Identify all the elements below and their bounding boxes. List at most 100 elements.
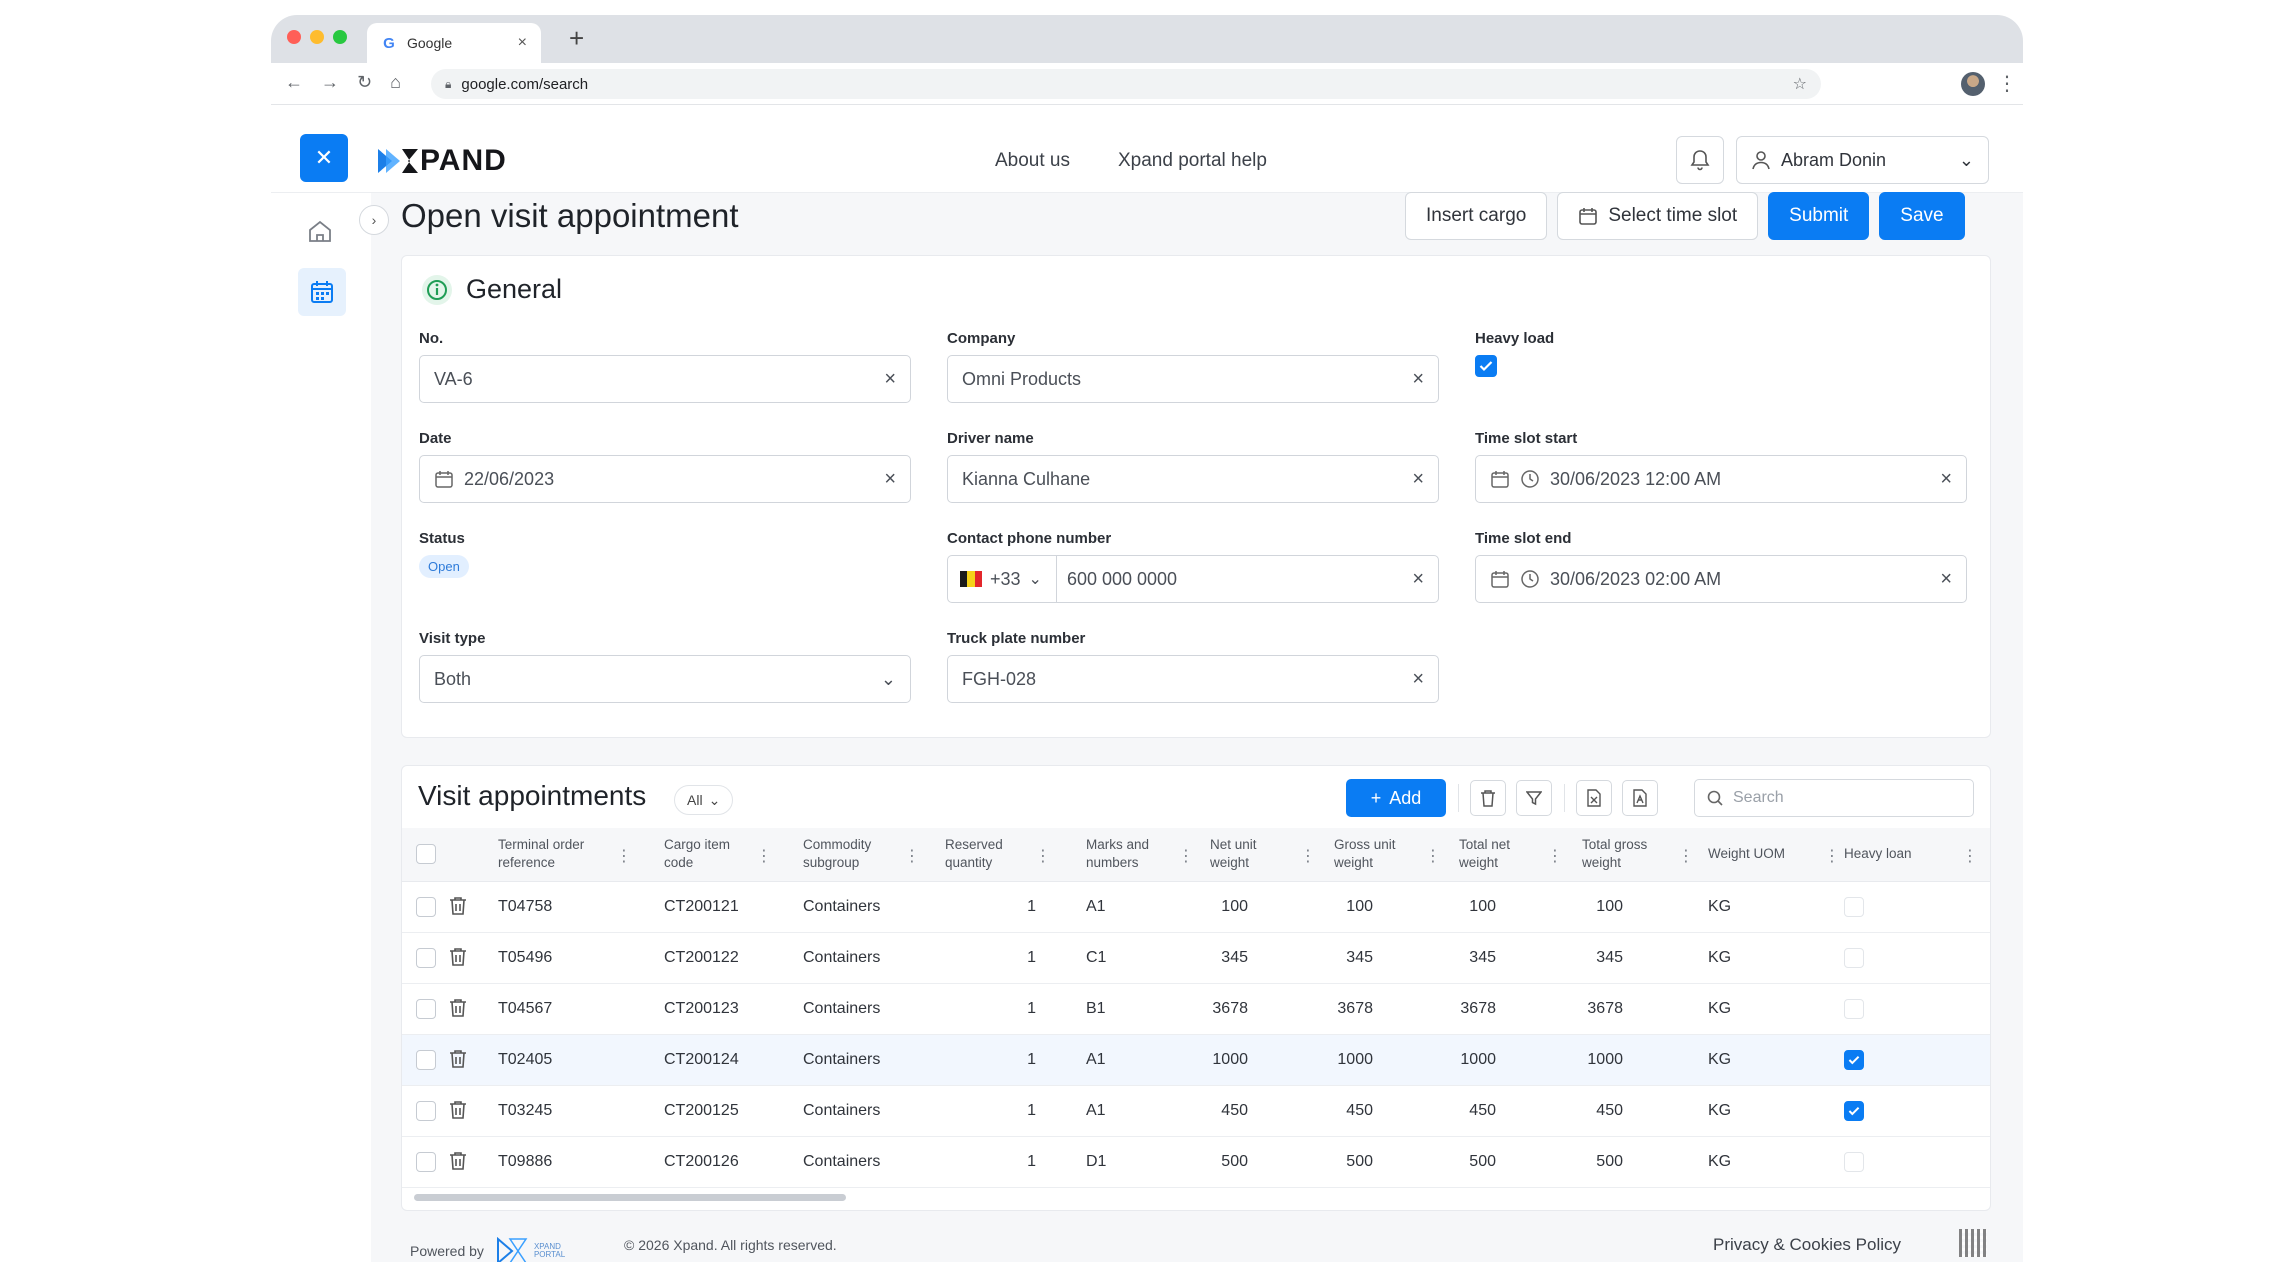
row-select-checkbox[interactable] <box>416 897 436 917</box>
heavy-load-checkbox[interactable] <box>1475 355 1497 377</box>
no-input[interactable]: VA-6 × <box>419 355 911 403</box>
trash-icon[interactable] <box>449 1100 467 1125</box>
clear-icon[interactable]: × <box>884 368 896 391</box>
delete-selected-button[interactable] <box>1470 780 1506 816</box>
qr-code-icon[interactable] <box>1959 1229 1987 1257</box>
column-menu-icon[interactable]: ⋮ <box>1547 846 1563 866</box>
trash-icon[interactable] <box>449 1049 467 1074</box>
date-input[interactable]: 22/06/2023 × <box>419 455 911 503</box>
column-header[interactable]: Marks and numbers <box>1086 836 1149 872</box>
column-header[interactable]: Total gross weight <box>1582 836 1647 872</box>
column-header[interactable]: Gross unit weight <box>1334 836 1396 872</box>
table-row[interactable]: T02405 CT200124 Containers 1 A1 1000 1000 1000 1… <box>402 1035 1990 1086</box>
heavy-load-row-checkbox[interactable] <box>1844 999 1864 1019</box>
row-select-checkbox[interactable] <box>416 948 436 968</box>
row-select-checkbox[interactable] <box>416 999 436 1019</box>
export-excel-button[interactable] <box>1576 780 1612 816</box>
time-slot-end-input[interactable]: 30/06/2023 02:00 AM × <box>1475 555 1967 603</box>
column-menu-icon[interactable]: ⋮ <box>616 846 632 866</box>
truck-plate-input[interactable]: FGH-028 × <box>947 655 1439 703</box>
column-menu-icon[interactable]: ⋮ <box>1425 846 1441 866</box>
close-window-icon[interactable] <box>287 30 301 44</box>
insert-cargo-button[interactable]: Insert cargo <box>1405 192 1548 240</box>
column-menu-icon[interactable]: ⋮ <box>1824 846 1840 866</box>
column-menu-icon[interactable]: ⋮ <box>1678 846 1694 866</box>
heavy-load-row-checkbox[interactable] <box>1844 1152 1864 1172</box>
trash-icon[interactable] <box>449 1151 467 1176</box>
address-bar[interactable]: 🔒︎ google.com/search ☆ <box>431 69 1821 99</box>
column-header[interactable]: Commodity subgroup <box>803 836 871 872</box>
user-menu[interactable]: Abram Donin ⌄ <box>1736 136 1989 184</box>
search-input[interactable]: Search <box>1694 779 1974 817</box>
column-header[interactable]: Heavy loan <box>1844 845 1912 863</box>
column-header[interactable]: Net unit weight <box>1210 836 1257 872</box>
column-menu-icon[interactable]: ⋮ <box>1300 846 1316 866</box>
browser-menu-icon[interactable]: ⋮ <box>1997 71 2017 96</box>
nav-about-us[interactable]: About us <box>995 150 1070 172</box>
new-tab-icon[interactable]: + <box>569 23 584 54</box>
nav-portal-help[interactable]: Xpand portal help <box>1118 150 1267 172</box>
clear-icon[interactable]: × <box>1412 468 1424 491</box>
table-row[interactable]: T09886 CT200126 Containers 1 D1 500 500 500 500 K… <box>402 1137 1990 1188</box>
contact-phone-input[interactable]: +33 ⌄ 600 000 0000 × <box>947 555 1439 603</box>
column-menu-icon[interactable]: ⋮ <box>1035 846 1051 866</box>
bookmark-star-icon[interactable]: ☆ <box>1793 74 1807 94</box>
browser-tab[interactable]: G Google × <box>367 23 541 63</box>
xpand-logo[interactable]: PAND <box>378 144 507 178</box>
clear-icon[interactable]: × <box>1940 568 1952 591</box>
time-slot-start-input[interactable]: 30/06/2023 12:00 AM × <box>1475 455 1967 503</box>
row-select-checkbox[interactable] <box>416 1152 436 1172</box>
privacy-link[interactable]: Privacy & Cookies Policy <box>1713 1235 1901 1255</box>
table-row[interactable]: T04758 CT200121 Containers 1 A1 100 100 100 100 K… <box>402 882 1990 933</box>
column-header[interactable]: Cargo item code <box>664 836 730 872</box>
clear-icon[interactable]: × <box>1412 568 1424 591</box>
heavy-load-row-checkbox[interactable] <box>1844 1101 1864 1121</box>
home-icon[interactable]: ⌂ <box>390 72 401 93</box>
column-header[interactable]: Weight UOM <box>1708 845 1785 863</box>
close-tab-icon[interactable]: × <box>518 34 527 52</box>
close-menu-button[interactable]: ✕ <box>300 134 348 182</box>
horizontal-scrollbar[interactable] <box>414 1194 846 1201</box>
filter-dropdown[interactable]: All ⌄ <box>674 785 734 815</box>
heavy-load-row-checkbox[interactable] <box>1844 897 1864 917</box>
filter-button[interactable] <box>1516 780 1552 816</box>
trash-icon[interactable] <box>449 947 467 972</box>
select-all-checkbox[interactable] <box>416 844 436 864</box>
column-menu-icon[interactable]: ⋮ <box>1962 846 1978 866</box>
column-header[interactable]: Total net weight <box>1459 836 1510 872</box>
minimize-window-icon[interactable] <box>310 30 324 44</box>
column-menu-icon[interactable]: ⋮ <box>904 846 920 866</box>
trash-icon[interactable] <box>449 896 467 921</box>
export-pdf-button[interactable] <box>1622 780 1658 816</box>
forward-icon[interactable]: → <box>321 72 339 93</box>
submit-button[interactable]: Submit <box>1768 192 1870 240</box>
heavy-load-row-checkbox[interactable] <box>1844 948 1864 968</box>
country-code-select[interactable]: +33 ⌄ <box>960 556 1057 602</box>
driver-name-input[interactable]: Kianna Culhane × <box>947 455 1439 503</box>
column-header[interactable]: Reserved quantity <box>945 836 1003 872</box>
table-row[interactable]: T03245 CT200125 Containers 1 A1 450 450 450 450 K… <box>402 1086 1990 1137</box>
clear-icon[interactable]: × <box>884 468 896 491</box>
reload-icon[interactable]: ↻ <box>357 72 372 93</box>
trash-icon[interactable] <box>449 998 467 1023</box>
expand-sidebar-button[interactable]: › <box>359 205 389 235</box>
row-select-checkbox[interactable] <box>416 1050 436 1070</box>
clear-icon[interactable]: × <box>1412 368 1424 391</box>
select-time-slot-button[interactable]: Select time slot <box>1557 192 1759 240</box>
maximize-window-icon[interactable] <box>333 30 347 44</box>
table-row[interactable]: T05496 CT200122 Containers 1 C1 345 345 345 345 K… <box>402 933 1990 984</box>
save-button[interactable]: Save <box>1879 192 1965 240</box>
column-menu-icon[interactable]: ⋮ <box>1178 846 1194 866</box>
calendar-nav-item[interactable] <box>298 268 346 316</box>
column-header[interactable]: Terminal order reference <box>498 836 584 872</box>
table-row[interactable]: T04567 CT200123 Containers 1 B1 3678 3678 3678 3… <box>402 984 1990 1035</box>
home-nav-icon[interactable] <box>307 219 333 248</box>
row-select-checkbox[interactable] <box>416 1101 436 1121</box>
column-menu-icon[interactable]: ⋮ <box>756 846 772 866</box>
clear-icon[interactable]: × <box>1940 468 1952 491</box>
visit-type-select[interactable]: Both ⌄ <box>419 655 911 703</box>
clear-icon[interactable]: × <box>1412 668 1424 691</box>
company-input[interactable]: Omni Products × <box>947 355 1439 403</box>
back-icon[interactable]: ← <box>285 72 303 93</box>
notifications-button[interactable] <box>1676 136 1724 184</box>
